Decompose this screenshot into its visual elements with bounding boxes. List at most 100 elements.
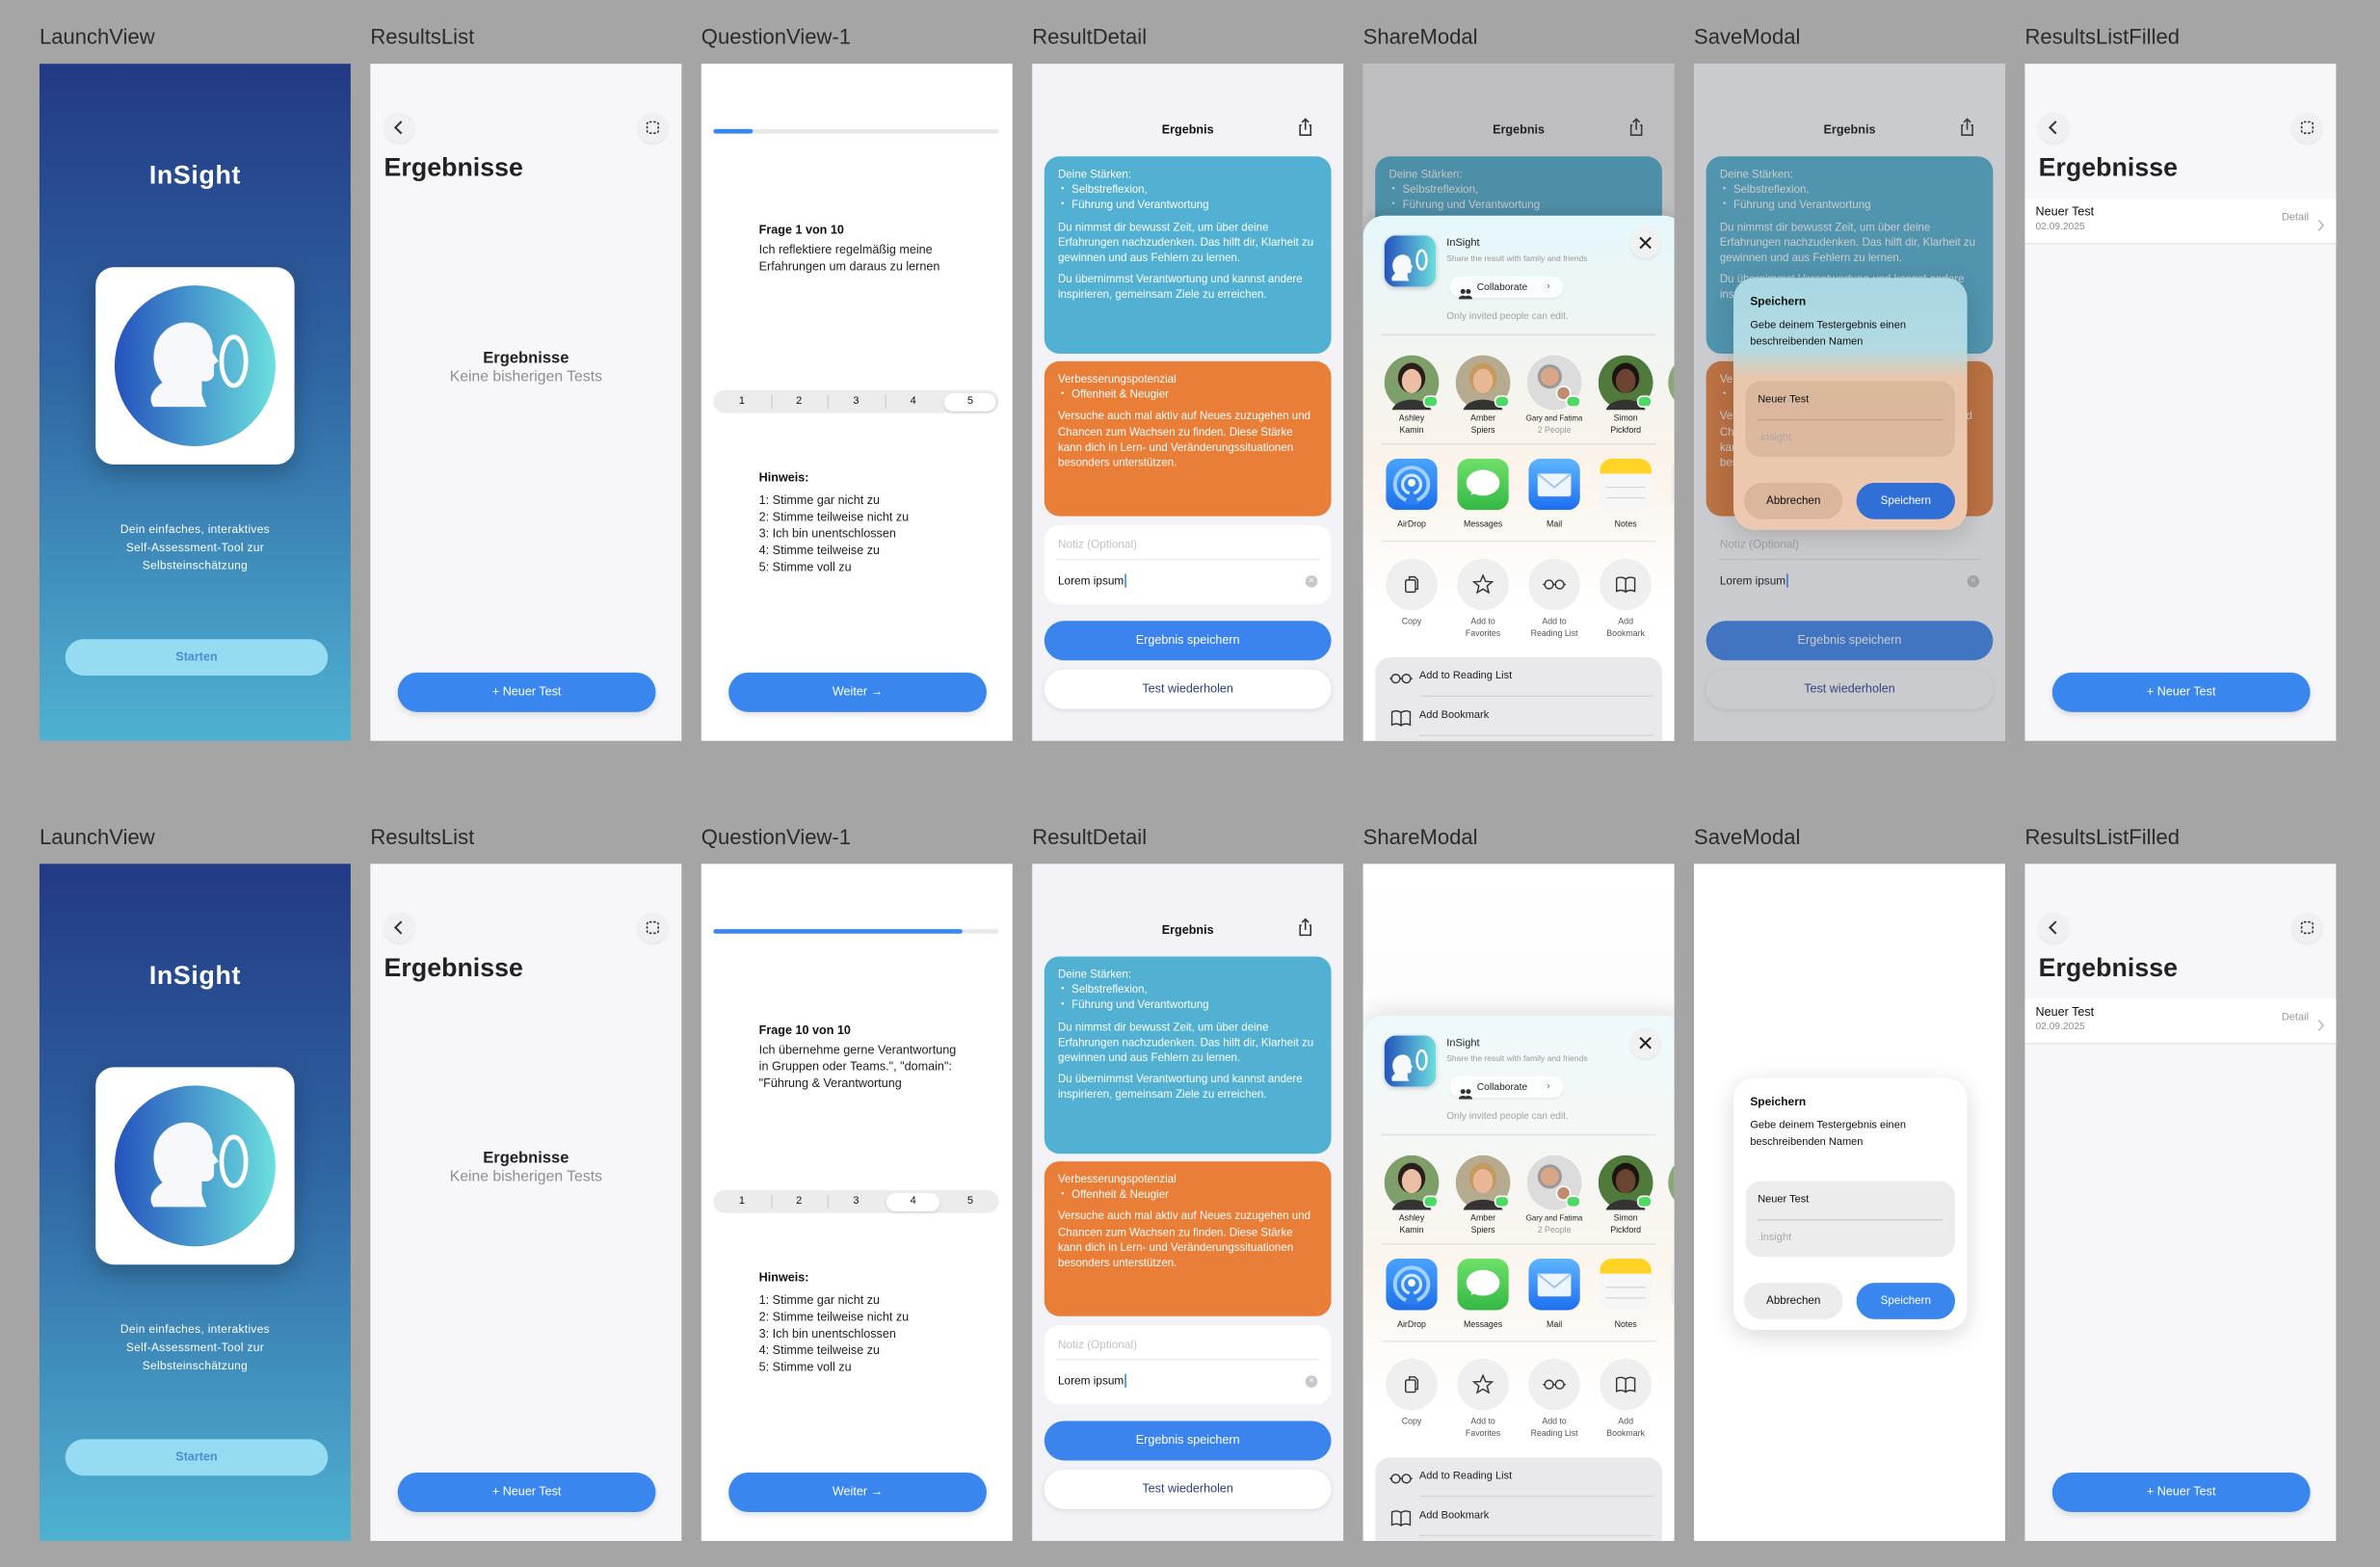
share-button[interactable] <box>1295 916 1316 938</box>
screen-save: Speichern Gebe deinem Testergebnis einen … <box>1694 863 2005 1541</box>
share-app[interactable]: AirDrop <box>1378 458 1444 535</box>
new-test-button[interactable]: + Neuer Test <box>397 1473 656 1512</box>
screen-results-list: Ergebnisse Ergebnisse Keine bisherigen Tes… <box>370 863 682 1541</box>
share-contact[interactable]: Amber Spiers <box>1449 1155 1516 1240</box>
save-result-button[interactable]: Ergebnis speichern <box>1044 1421 1332 1461</box>
share-contact[interactable]: Ashley Kamin <box>1378 355 1444 440</box>
share-action[interactable]: Copy <box>1378 558 1444 644</box>
share-contact[interactable]: Amber Spiers <box>1449 355 1516 440</box>
share-contact[interactable]: Ashley Kamin <box>1378 1155 1444 1240</box>
share-contact[interactable]: Gary and Fatima 2 People <box>1521 355 1587 440</box>
list-action[interactable]: Add to Reading List <box>1375 1457 1662 1497</box>
note-input[interactable]: Notiz (Optional) Lorem ipsum × <box>1044 1325 1332 1405</box>
cancel-button[interactable]: Abbrechen <box>1744 1283 1843 1319</box>
new-test-button[interactable]: + Neuer Test <box>397 672 656 712</box>
hint-line: 1: Stimme gar nicht zu <box>758 1293 881 1308</box>
save-result-button[interactable]: Ergebnis speichern <box>1044 621 1332 661</box>
screen-label: ResultsListFilled <box>2024 824 2181 849</box>
people-icon <box>1458 280 1473 307</box>
share-app[interactable]: AirDrop <box>1378 1258 1444 1335</box>
scale-option[interactable]: 1 <box>713 1190 770 1213</box>
permission-link[interactable]: Only invited people can edit. <box>1446 311 1568 322</box>
scale-option[interactable]: 1 <box>713 390 770 413</box>
repeat-test-button[interactable]: Test wiederholen <box>1044 669 1332 709</box>
close-button[interactable] <box>1629 227 1661 258</box>
share-action[interactable]: Add to Reading List <box>1521 1358 1587 1444</box>
scale-option[interactable]: 3 <box>828 390 885 413</box>
collaborate-button[interactable]: Collaborate › <box>1449 1076 1564 1100</box>
close-button[interactable] <box>1629 1027 1661 1058</box>
start-button[interactable]: Starten <box>65 1439 329 1476</box>
answer-scale: 12345 <box>713 389 999 413</box>
back-button[interactable] <box>383 912 415 943</box>
strengths-item: Selbstreflexion, <box>1058 983 1317 998</box>
note-input[interactable]: Notiz (Optional) Lorem ipsum × <box>1044 525 1332 604</box>
collaborate-button[interactable]: Collaborate › <box>1449 276 1564 300</box>
scale-option[interactable]: 4 <box>885 390 941 413</box>
select-button[interactable] <box>2291 912 2323 943</box>
list-action[interactable]: Add Bookmark <box>1375 697 1662 736</box>
share-action[interactable]: Add to Favorites <box>1449 1358 1516 1444</box>
person-name: Kamin <box>1399 1226 1424 1235</box>
improvement-paragraph: Versuche auch mal aktiv auf Neues zuzuge… <box>1057 1208 1311 1269</box>
confirm-save-button[interactable]: Speichern <box>1856 1283 1955 1319</box>
repeat-test-button[interactable]: Test wiederholen <box>1044 1469 1332 1509</box>
share-contact[interactable]: Simon Pickford <box>1592 1155 1658 1240</box>
clear-button[interactable]: × <box>1305 1375 1318 1388</box>
share-app[interactable]: Notes <box>1592 1258 1658 1335</box>
result-row[interactable]: Neuer Test 02.09.2025 Detail <box>2024 199 2337 245</box>
share-app[interactable]: Mail <box>1521 458 1587 535</box>
person-name: Spiers <box>1470 1226 1495 1235</box>
scale-option[interactable]: 2 <box>771 1190 828 1213</box>
person-name: Simon <box>1613 1214 1638 1224</box>
start-button[interactable]: Starten <box>65 639 329 677</box>
note-value: Lorem ipsum <box>1058 1373 1127 1388</box>
sheet-divider <box>1381 333 1656 336</box>
back-button[interactable] <box>2038 112 2070 144</box>
next-button[interactable]: Weiter → <box>728 672 987 712</box>
scale-option[interactable]: 4 <box>885 1190 941 1213</box>
scale-option[interactable]: 5 <box>941 1190 998 1213</box>
share-action[interactable]: Add to Reading List <box>1521 558 1587 644</box>
share-action[interactable]: Add Bookmark <box>1592 1358 1658 1444</box>
name-input-group[interactable]: Neuer Test .insight <box>1745 1181 1955 1258</box>
next-button[interactable]: Weiter → <box>728 1473 987 1512</box>
page-title: Ergebnisse <box>2038 953 2179 983</box>
scale-option[interactable]: 5 <box>941 390 998 413</box>
app-label: Mail <box>1547 1320 1563 1330</box>
cancel-button[interactable]: Abbrechen <box>1744 482 1843 519</box>
result-detail-link[interactable]: Detail <box>2282 213 2309 224</box>
clear-icon: × <box>1309 1376 1314 1387</box>
share-app[interactable]: Mail <box>1521 1258 1587 1335</box>
share-app[interactable]: Messages <box>1449 458 1516 535</box>
new-test-button[interactable]: + Neuer Test <box>2051 1473 2311 1512</box>
strengths-item: Führung und Verantwortung <box>1058 198 1317 213</box>
share-contact[interactable]: Simon Pickford <box>1592 355 1658 440</box>
share-button[interactable] <box>1295 117 1316 138</box>
list-action[interactable]: Add Bookmark <box>1375 1497 1662 1536</box>
result-detail-link[interactable]: Detail <box>2282 1013 2309 1023</box>
share-app[interactable]: Messages <box>1449 1258 1516 1335</box>
result-row[interactable]: Neuer Test 02.09.2025 Detail <box>2024 998 2337 1045</box>
scale-option[interactable]: 2 <box>771 390 828 413</box>
share-action[interactable]: Copy <box>1378 1358 1444 1444</box>
app-icon-tile <box>1457 458 1509 511</box>
select-button[interactable] <box>637 912 669 943</box>
new-test-button[interactable]: + Neuer Test <box>2051 672 2311 712</box>
select-button[interactable] <box>637 112 669 144</box>
select-button[interactable] <box>2291 112 2323 144</box>
share-app[interactable]: Notes <box>1592 458 1658 535</box>
name-input-group[interactable]: Neuer Test .insight <box>1745 381 1955 458</box>
share-contact[interactable]: Gary and Fatima 2 People <box>1521 1155 1587 1240</box>
person-name: Pickford <box>1610 425 1642 436</box>
confirm-save-button[interactable]: Speichern <box>1856 482 1955 519</box>
list-action[interactable]: Add to Reading List <box>1375 657 1662 697</box>
share-action[interactable]: Add Bookmark <box>1592 558 1658 644</box>
share-action[interactable]: Add to Favorites <box>1449 558 1516 644</box>
back-button[interactable] <box>383 112 415 144</box>
back-button[interactable] <box>2038 912 2070 943</box>
improvement-heading: Verbesserungspotenzial <box>1057 1172 1177 1186</box>
permission-link[interactable]: Only invited people can edit. <box>1446 1111 1568 1122</box>
scale-option[interactable]: 3 <box>828 1190 885 1213</box>
clear-button[interactable]: × <box>1305 575 1318 588</box>
